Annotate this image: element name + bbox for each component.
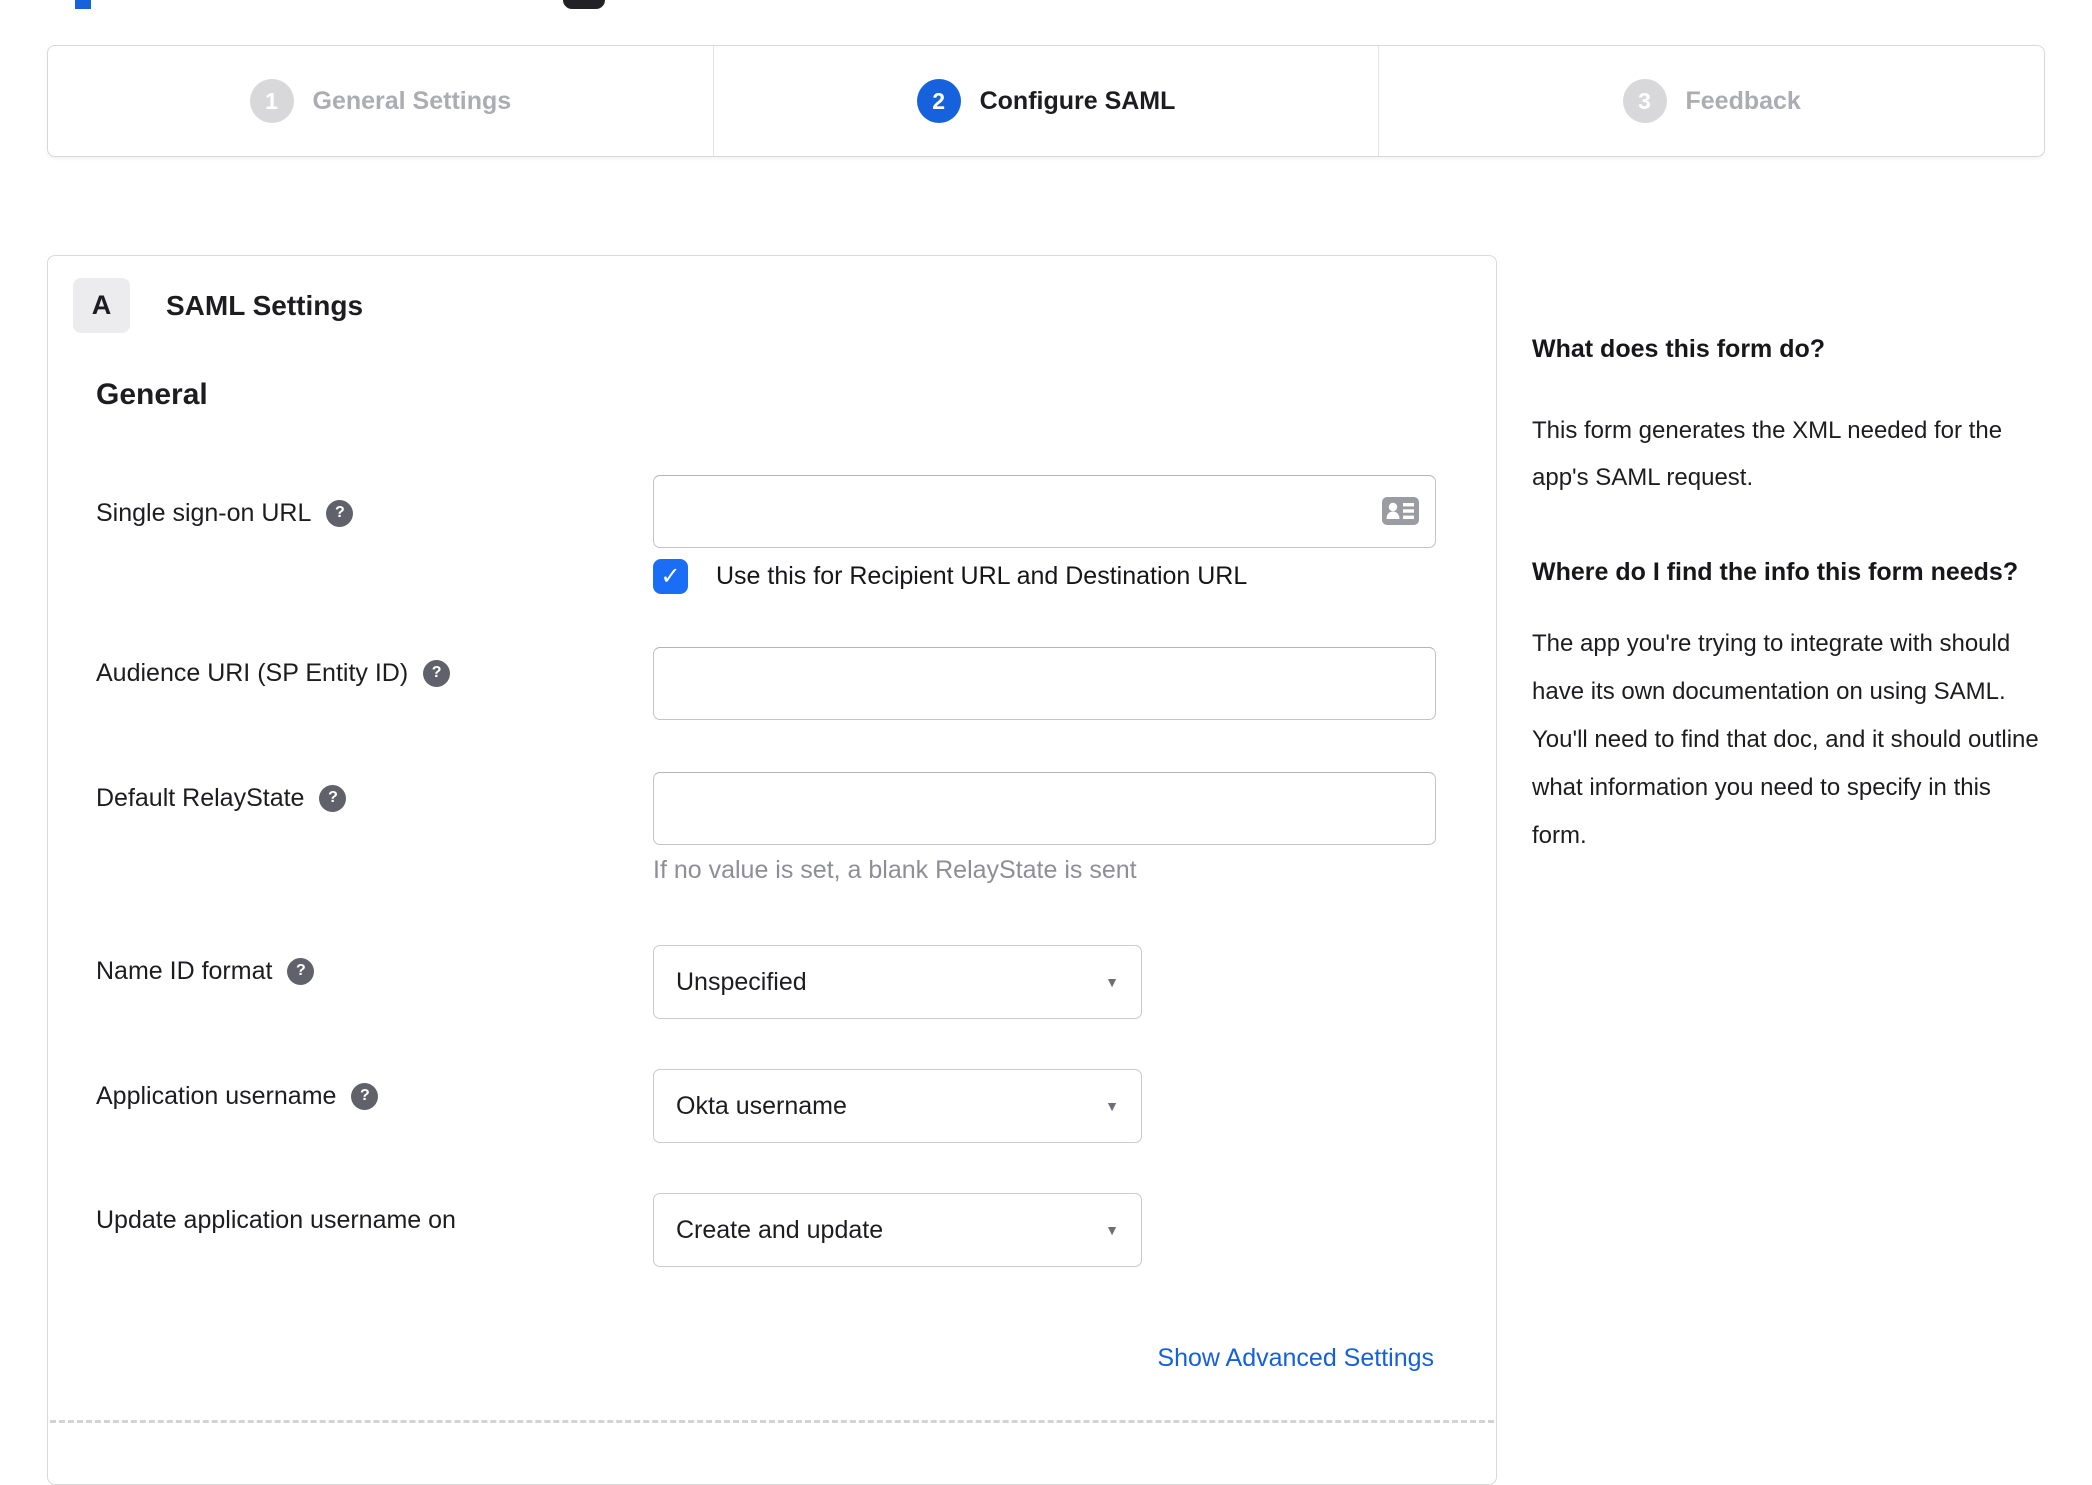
sidebar-answer-1: This form generates the XML needed for t… bbox=[1532, 416, 2003, 491]
recipient-destination-checkbox[interactable]: ✓ bbox=[653, 559, 688, 594]
cutoff-blue-decoration bbox=[75, 0, 91, 9]
checkmark-icon: ✓ bbox=[660, 562, 681, 590]
audience-uri-label-row: Audience URI (SP Entity ID) ? bbox=[96, 657, 451, 689]
name-id-format-help-icon[interactable]: ? bbox=[287, 957, 315, 985]
update-username-label-row: Update application username on bbox=[96, 1204, 456, 1236]
step-general-settings[interactable]: 1 General Settings bbox=[48, 46, 713, 156]
sso-url-label: Single sign-on URL bbox=[96, 498, 312, 527]
panel-title: SAML Settings bbox=[166, 290, 364, 321]
update-username-value: Create and update bbox=[676, 1215, 884, 1244]
step-3-number: 3 bbox=[1638, 87, 1651, 114]
app-username-value: Okta username bbox=[676, 1091, 847, 1120]
step-2-number: 2 bbox=[932, 87, 945, 114]
relaystate-label: Default RelayState bbox=[96, 783, 305, 812]
step-2-label: Configure SAML bbox=[979, 86, 1176, 115]
app-username-select[interactable]: Okta username ▼ bbox=[653, 1069, 1142, 1143]
step-2-circle: 2 bbox=[916, 79, 961, 123]
wizard-stepper: 1 General Settings 2 Configure SAML 3 Fe… bbox=[47, 45, 2045, 157]
name-id-format-value: Unspecified bbox=[676, 967, 807, 996]
relaystate-input[interactable] bbox=[653, 772, 1436, 845]
update-username-select[interactable]: Create and update ▼ bbox=[653, 1193, 1142, 1267]
step-3-label: Feedback bbox=[1685, 86, 1801, 115]
step-feedback[interactable]: 3 Feedback bbox=[1378, 46, 2044, 156]
app-username-help-icon[interactable]: ? bbox=[351, 1082, 379, 1110]
relaystate-label-row: Default RelayState ? bbox=[96, 782, 347, 814]
cutoff-dark-icon bbox=[563, 0, 605, 9]
section-dashed-divider bbox=[50, 1420, 1494, 1423]
chevron-down-icon: ▼ bbox=[1105, 974, 1119, 990]
sidebar-question-1: What does this form do? bbox=[1532, 335, 1826, 363]
audience-uri-label: Audience URI (SP Entity ID) bbox=[96, 658, 409, 687]
relaystate-help-icon[interactable]: ? bbox=[319, 784, 347, 812]
step-1-label: General Settings bbox=[312, 86, 512, 115]
app-username-label: Application username bbox=[96, 1081, 337, 1110]
sso-url-input[interactable] bbox=[653, 475, 1436, 548]
chevron-down-icon: ▼ bbox=[1105, 1098, 1119, 1114]
audience-uri-help-icon[interactable]: ? bbox=[423, 659, 451, 687]
general-section-heading: General bbox=[96, 378, 208, 411]
name-id-format-label: Name ID format bbox=[96, 956, 273, 985]
app-username-label-row: Application username ? bbox=[96, 1080, 379, 1112]
name-id-format-select[interactable]: Unspecified ▼ bbox=[653, 945, 1142, 1019]
help-sidebar: What does this form do? This form genera… bbox=[1532, 330, 2039, 860]
show-advanced-settings-link[interactable]: Show Advanced Settings bbox=[1157, 1344, 1434, 1373]
chevron-down-icon: ▼ bbox=[1105, 1222, 1119, 1238]
sidebar-question-2: Where do I find the info this form needs… bbox=[1532, 557, 2019, 586]
recipient-destination-checkbox-label: Use this for Recipient URL and Destinati… bbox=[716, 562, 1248, 590]
step-1-circle: 1 bbox=[249, 79, 294, 123]
saml-settings-panel: A SAML Settings General Single sign-on U… bbox=[47, 255, 1497, 1485]
sso-url-help-icon[interactable]: ? bbox=[326, 499, 354, 527]
section-a-badge: A bbox=[73, 278, 130, 333]
contact-card-autofill-icon[interactable] bbox=[1382, 497, 1419, 525]
sso-url-label-row: Single sign-on URL ? bbox=[96, 497, 354, 529]
audience-uri-input[interactable] bbox=[653, 647, 1436, 720]
relaystate-hint: If no value is set, a blank RelayState i… bbox=[653, 856, 1137, 884]
step-1-number: 1 bbox=[265, 87, 278, 114]
update-username-label: Update application username on bbox=[96, 1205, 456, 1234]
sidebar-answer-2: The app you're trying to integrate with … bbox=[1532, 629, 2039, 849]
step-configure-saml[interactable]: 2 Configure SAML bbox=[712, 46, 1379, 156]
step-3-circle: 3 bbox=[1622, 79, 1667, 123]
sso-recipient-checkbox-row: ✓ Use this for Recipient URL and Destina… bbox=[653, 559, 1247, 594]
name-id-format-label-row: Name ID format ? bbox=[96, 955, 315, 987]
